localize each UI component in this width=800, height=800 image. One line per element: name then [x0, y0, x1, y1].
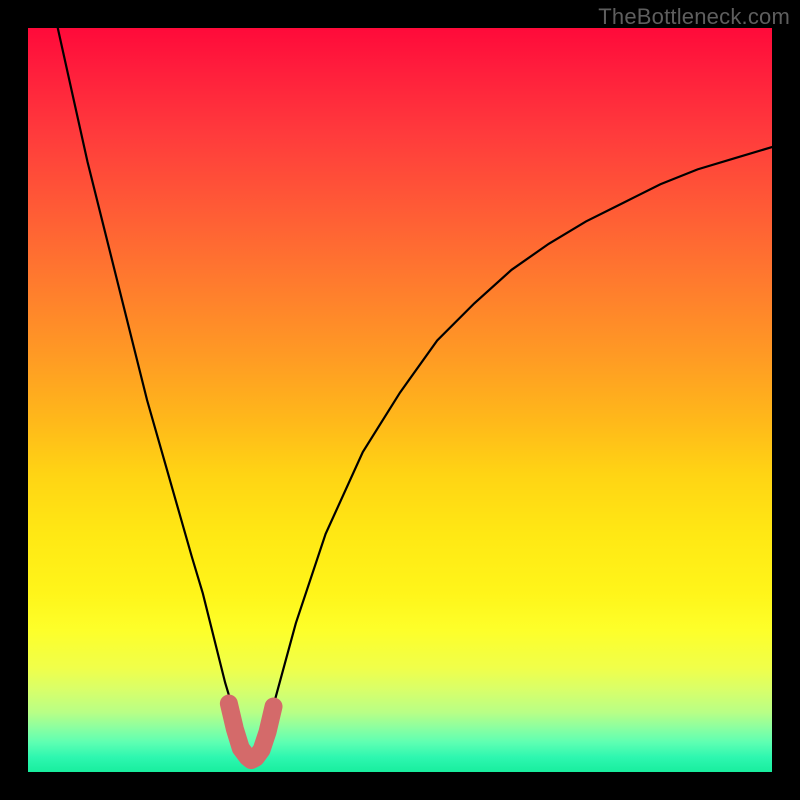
curve-layer — [28, 28, 772, 772]
chart-frame: TheBottleneck.com — [0, 0, 800, 800]
bottleneck-zone-marker — [229, 704, 274, 761]
bottleneck-curve — [58, 28, 772, 763]
watermark: TheBottleneck.com — [598, 4, 790, 30]
